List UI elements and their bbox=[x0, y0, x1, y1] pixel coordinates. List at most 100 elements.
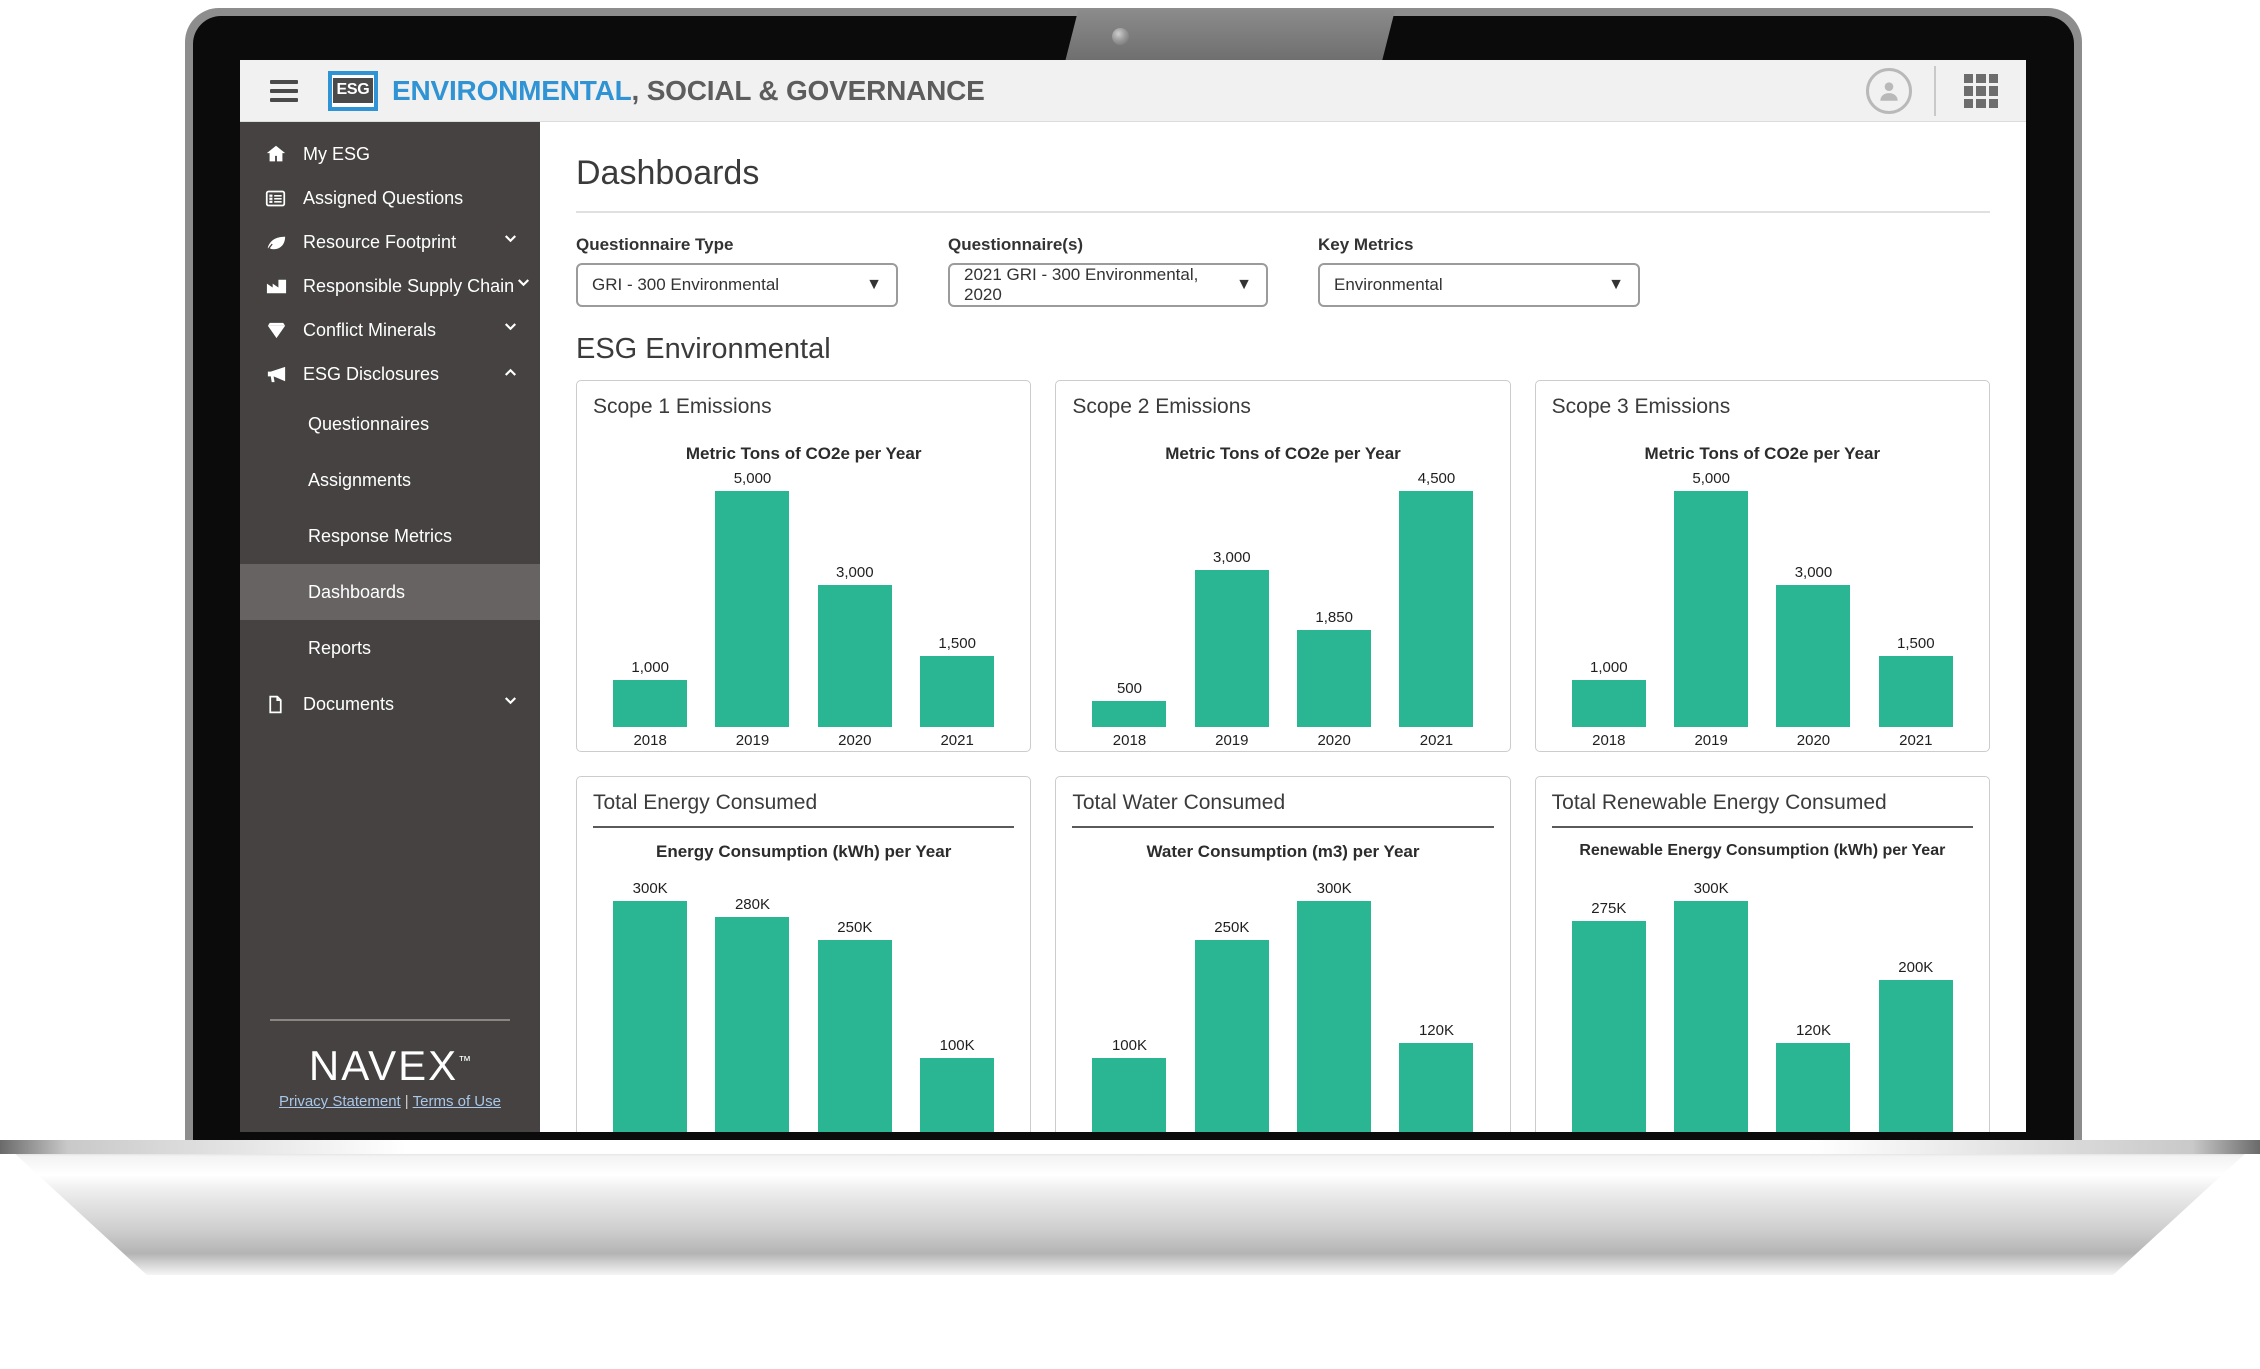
bar[interactable] bbox=[1399, 491, 1474, 727]
chevron-down-icon[interactable] bbox=[501, 230, 520, 254]
app-grid-icon[interactable] bbox=[1964, 74, 1998, 108]
bar-group: 120K bbox=[1768, 866, 1858, 1132]
bar[interactable] bbox=[715, 491, 790, 727]
card-title-divider bbox=[1551, 826, 1973, 828]
bar-value-label: 280K bbox=[734, 896, 771, 913]
sidebar-item-questionnaires[interactable]: Questionnaires bbox=[240, 396, 540, 452]
bar[interactable] bbox=[1194, 570, 1269, 727]
card-title: Total Water Consumed bbox=[1072, 791, 1286, 814]
bar[interactable] bbox=[613, 901, 688, 1132]
laptop-base bbox=[0, 1140, 2260, 1275]
screen-viewport: ESG ENVIRONMENTAL, SOCIAL & GOVERNANCE M… bbox=[240, 60, 2026, 1132]
hamburger-icon[interactable] bbox=[270, 75, 298, 107]
bar-category-label: 2020 bbox=[1796, 732, 1831, 749]
bar[interactable] bbox=[1776, 1043, 1851, 1132]
bar[interactable] bbox=[817, 585, 892, 727]
chart-title: Metric Tons of CO2e per Year bbox=[1644, 444, 1881, 463]
dashboard-card: Scope 1 Emissions Metric Tons of CO2e per… bbox=[576, 380, 1032, 752]
bar-category-label: 2021 bbox=[1419, 732, 1454, 749]
sidebar-item-response-metrics[interactable]: Response Metrics bbox=[240, 508, 540, 564]
bar-chart: 500 2018 3,000 2019 1,850 2020 4,500 2021 bbox=[1072, 470, 1493, 749]
bar-value-label: 300K bbox=[1316, 880, 1352, 897]
bar[interactable] bbox=[1776, 585, 1851, 727]
sidebar-item-label: Resource Footprint bbox=[303, 231, 457, 252]
bar[interactable] bbox=[1674, 901, 1749, 1132]
sidebar-item-label: Responsible Supply Chain bbox=[303, 275, 515, 296]
bar-group: 500 2018 bbox=[1084, 470, 1174, 749]
select-value: GRI - 300 Environmental bbox=[592, 275, 780, 294]
chevron-down-icon: ▼ bbox=[1608, 276, 1624, 293]
bar-category-label: 2020 bbox=[838, 732, 872, 749]
bar-value-label: 200K bbox=[1898, 959, 1934, 976]
bar-group: 275K bbox=[1564, 866, 1654, 1132]
questionnaire-type-select[interactable]: GRI - 300 Environmental ▼ bbox=[576, 263, 898, 307]
bar[interactable] bbox=[613, 680, 688, 727]
bar-value-label: 250K bbox=[837, 919, 873, 936]
bar-group: 300K bbox=[1289, 868, 1379, 1132]
webcam-icon bbox=[1112, 28, 1129, 45]
sidebar-subitem-label: Assignments bbox=[308, 469, 412, 490]
bar-category-label: 2019 bbox=[1694, 732, 1728, 749]
bar-value-label: 120K bbox=[1418, 1022, 1454, 1039]
dashboard-card: Scope 2 Emissions Metric Tons of CO2e per… bbox=[1055, 380, 1511, 752]
terms-of-use-link[interactable]: Terms of Use bbox=[413, 1093, 501, 1110]
bar[interactable] bbox=[1674, 491, 1749, 727]
esg-logo: ESG bbox=[328, 70, 378, 111]
bar-category-label: 2021 bbox=[940, 732, 974, 749]
list-icon bbox=[265, 188, 295, 209]
sidebar-item-responsible-supply-chain[interactable]: Responsible Supply Chain bbox=[240, 264, 540, 308]
bar-group: 5,000 2019 bbox=[1666, 470, 1756, 749]
bar[interactable] bbox=[1571, 680, 1646, 727]
sidebar-item-conflict-minerals[interactable]: Conflict Minerals bbox=[240, 308, 540, 352]
bar[interactable] bbox=[920, 1058, 995, 1132]
sidebar-item-resource-footprint[interactable]: Resource Footprint bbox=[240, 220, 540, 264]
bar-group: 5,000 2019 bbox=[707, 470, 797, 749]
sidebar-item-dashboards[interactable]: Dashboards bbox=[240, 564, 540, 620]
sidebar-item-documents[interactable]: Documents bbox=[240, 682, 540, 726]
bar[interactable] bbox=[1399, 1043, 1474, 1132]
bar[interactable] bbox=[1092, 701, 1167, 727]
bar-chart: 275K 300K 120K 200K bbox=[1552, 866, 1973, 1132]
chevron-up-icon[interactable] bbox=[501, 362, 520, 386]
key-metrics-select[interactable]: Environmental ▼ bbox=[1318, 263, 1640, 307]
bar[interactable] bbox=[715, 917, 790, 1132]
dashboard-card: Total Water Consumed Water Consumption (m… bbox=[1055, 776, 1511, 1132]
bar-group: 100K bbox=[912, 868, 1002, 1132]
select-value: Environmental bbox=[1334, 275, 1443, 294]
bar-value-label: 3,000 bbox=[1794, 564, 1833, 581]
bar[interactable] bbox=[1194, 940, 1269, 1132]
bar[interactable] bbox=[1297, 901, 1372, 1132]
chevron-down-icon[interactable] bbox=[514, 274, 533, 298]
bar-group: 3,000 2020 bbox=[810, 470, 900, 749]
privacy-statement-link[interactable]: Privacy Statement bbox=[279, 1093, 401, 1110]
questionnaires-select[interactable]: 2021 GRI - 300 Environmental, 2020 ▼ bbox=[948, 263, 1268, 307]
chevron-down-icon[interactable] bbox=[501, 318, 520, 342]
sidebar-item-reports[interactable]: Reports bbox=[240, 620, 540, 676]
factory-icon bbox=[265, 275, 295, 298]
bar[interactable] bbox=[920, 656, 995, 727]
header-actions bbox=[1866, 60, 2026, 122]
bar-group: 280K bbox=[707, 868, 797, 1132]
sidebar-item-assignments[interactable]: Assignments bbox=[240, 452, 540, 508]
bar[interactable] bbox=[1878, 980, 1953, 1132]
chart-title: Water Consumption (m3) per Year bbox=[1146, 842, 1420, 861]
bar[interactable] bbox=[1297, 630, 1372, 727]
sidebar-item-my-esg[interactable]: My ESG bbox=[240, 132, 540, 176]
chevron-down-icon[interactable] bbox=[501, 692, 520, 716]
bar-group: 1,000 2018 bbox=[1564, 470, 1654, 749]
dashboard-card: Total Energy Consumed Energy Consumption … bbox=[576, 776, 1032, 1132]
bar-value-label: 4,500 bbox=[1417, 470, 1456, 487]
sidebar-item-esg-disclosures[interactable]: ESG Disclosures bbox=[240, 352, 540, 396]
filter-questionnaire-type: Questionnaire Type GRI - 300 Environment… bbox=[576, 235, 898, 307]
dashboard-card: Total Renewable Energy Consumed Renewable… bbox=[1534, 776, 1990, 1132]
bar[interactable] bbox=[1878, 656, 1953, 727]
sidebar-subitem-label: Response Metrics bbox=[308, 525, 453, 546]
bar[interactable] bbox=[1571, 921, 1646, 1132]
sidebar-item-assigned-questions[interactable]: Assigned Questions bbox=[240, 176, 540, 220]
chevron-down-icon: ▼ bbox=[866, 276, 882, 293]
bar[interactable] bbox=[817, 940, 892, 1132]
avatar[interactable] bbox=[1866, 68, 1912, 114]
card-title: Total Renewable Energy Consumed bbox=[1551, 791, 1887, 814]
card-title: Total Energy Consumed bbox=[593, 791, 818, 814]
bar[interactable] bbox=[1092, 1058, 1167, 1132]
